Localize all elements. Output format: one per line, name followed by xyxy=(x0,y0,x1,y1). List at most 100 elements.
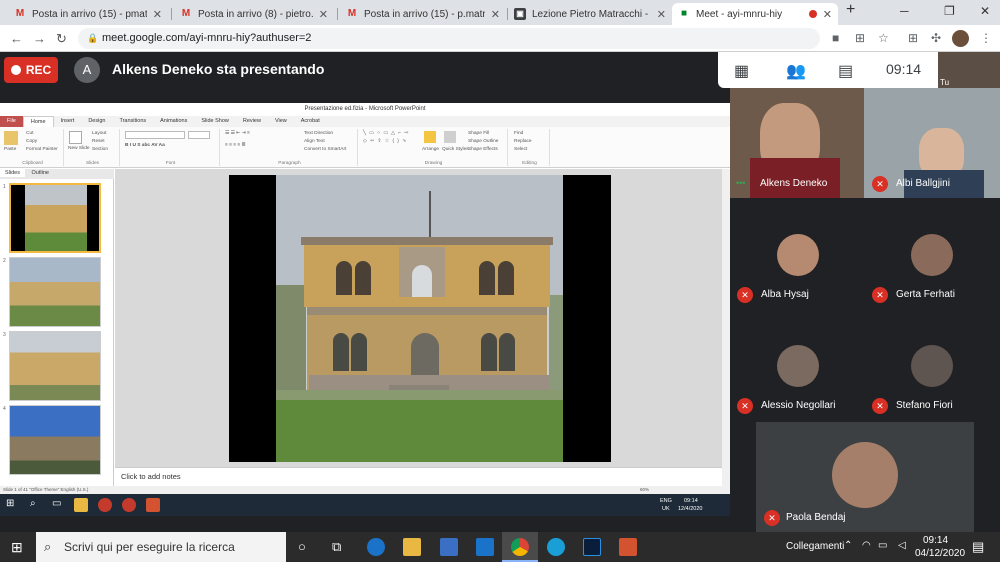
people-icon[interactable]: 👥 xyxy=(786,61,806,81)
browser-tab[interactable]: ▣ Lezione Pietro Matracchi - Tutt ✕ xyxy=(508,3,672,25)
new-slide-icon[interactable] xyxy=(69,131,82,144)
network-label[interactable]: Collegamenti xyxy=(786,541,844,552)
arrange-button[interactable]: Arrange xyxy=(422,147,439,152)
layout-button[interactable]: Layout xyxy=(92,131,106,136)
outline-tab[interactable]: Outline xyxy=(27,169,54,177)
windows-start-icon[interactable]: ⊞ xyxy=(11,539,23,556)
current-slide[interactable] xyxy=(229,175,611,462)
close-icon[interactable]: ✕ xyxy=(823,8,832,21)
task-view-icon[interactable]: ⧉ xyxy=(332,539,341,555)
format-painter-button[interactable]: Format Painter xyxy=(26,147,58,152)
cut-button[interactable]: Cut xyxy=(26,131,33,136)
chevron-up-icon[interactable]: ⌃ xyxy=(844,540,852,551)
menu-icon[interactable]: ⋮ xyxy=(980,31,992,45)
skype-icon[interactable] xyxy=(547,538,565,556)
reload-icon[interactable]: ↻ xyxy=(56,31,67,47)
find-button[interactable]: Find xyxy=(514,131,523,136)
quick-styles-button[interactable]: Quick Styles xyxy=(442,147,469,152)
cortana-icon[interactable]: ○ xyxy=(298,539,306,554)
ppt-tab-file[interactable]: File xyxy=(0,116,23,127)
slide-thumbnail[interactable] xyxy=(9,183,101,253)
file-explorer-icon[interactable] xyxy=(403,538,421,556)
copy-button[interactable]: Copy xyxy=(26,139,37,144)
slide-thumbnail[interactable] xyxy=(9,331,101,401)
close-window-button[interactable]: ✕ xyxy=(980,4,990,18)
chrome-taskbar-button[interactable] xyxy=(502,532,538,562)
font-name-select[interactable] xyxy=(125,131,185,139)
avatar[interactable] xyxy=(952,30,969,47)
participant-tile[interactable]: ✕ Paola Bendaj xyxy=(756,422,974,532)
ppt-tab-review[interactable]: Review xyxy=(236,116,268,127)
battery-icon[interactable]: ▭ xyxy=(878,540,887,551)
quick-styles-icon[interactable] xyxy=(444,131,456,143)
ppt-tab-slideshow[interactable]: Slide Show xyxy=(194,116,236,127)
new-tab-button[interactable]: + xyxy=(846,1,855,19)
slides-tab[interactable]: Slides xyxy=(0,169,25,177)
close-icon[interactable]: ✕ xyxy=(319,8,328,21)
browser-tab[interactable]: M Posta in arrivo (8) - pietro.matr ✕ xyxy=(174,3,334,25)
taskbar-time[interactable]: 09:14 xyxy=(923,535,948,546)
shape-effects-button[interactable]: Shape Effects xyxy=(468,147,498,152)
url-input[interactable]: 🔒 meet.google.com/ayi-mnru-hiy?authuser=… xyxy=(78,28,820,49)
volume-icon[interactable]: ◁ xyxy=(898,540,906,551)
smartart-button[interactable]: Convert to SmartArt xyxy=(304,147,346,152)
wifi-icon[interactable]: ◠ xyxy=(862,540,871,551)
paste-icon[interactable] xyxy=(4,131,18,145)
bold-icon[interactable]: B I U S abc AV Aa xyxy=(125,143,165,148)
align-text-button[interactable]: Align Text xyxy=(304,139,325,144)
rec-button[interactable]: REC xyxy=(4,57,58,83)
ppt-tab-transitions[interactable]: Transitions xyxy=(112,116,153,127)
taskbar-date[interactable]: 04/12/2020 xyxy=(915,548,965,559)
participant-tile[interactable]: ••• Alkens Deneko xyxy=(730,88,864,198)
extensions-icon[interactable]: ✣ xyxy=(931,31,941,45)
font-size-select[interactable] xyxy=(188,131,210,139)
section-button[interactable]: Section xyxy=(92,147,108,152)
select-button[interactable]: Select xyxy=(514,147,527,152)
ppt-tab-home[interactable]: Home xyxy=(22,116,54,127)
minimize-button[interactable]: ─ xyxy=(900,4,909,18)
ppt-tab-view[interactable]: View xyxy=(268,116,294,127)
camera-icon[interactable]: ■ xyxy=(832,31,839,45)
powerpoint-icon[interactable] xyxy=(619,538,637,556)
reset-button[interactable]: Reset xyxy=(92,139,105,144)
photoshop-icon[interactable] xyxy=(583,538,601,556)
apps-icon[interactable]: ⊞ xyxy=(908,31,918,45)
replace-button[interactable]: Replace xyxy=(514,139,532,144)
shapes-gallery-icon[interactable]: ◇ ⇦ ⇧ ☆ { } ∿ xyxy=(363,139,407,144)
browser-tab-active[interactable]: ■ Meet - ayi-mnru-hiy ✕ xyxy=(672,3,838,25)
ppt-tab-acrobat[interactable]: Acrobat xyxy=(294,116,327,127)
notes-pane[interactable]: Click to add notes xyxy=(115,467,722,487)
ppt-tab-animations[interactable]: Animations xyxy=(153,116,194,127)
vertical-scrollbar[interactable] xyxy=(722,169,730,486)
mail-icon[interactable] xyxy=(476,538,494,556)
slide-thumbnail[interactable] xyxy=(9,405,101,475)
participant-tile[interactable]: ✕ Albi Ballgjini xyxy=(864,88,1000,198)
restore-button[interactable]: ❐ xyxy=(944,4,955,18)
store-icon[interactable] xyxy=(440,538,458,556)
edge-icon[interactable] xyxy=(367,538,385,556)
bullets-icon[interactable]: ☰ ☰ ⇤ ⇥ ≡ xyxy=(225,131,250,136)
paste-button[interactable]: Paste xyxy=(4,147,16,152)
shapes-gallery-icon[interactable]: ╲ ▭ ○ ▭ △ ⌐ ⇨ xyxy=(363,131,409,136)
back-icon[interactable]: ← xyxy=(10,31,23,46)
browser-tab[interactable]: M Posta in arrivo (15) - p.matrac ✕ xyxy=(340,3,506,25)
star-icon[interactable]: ☆ xyxy=(878,31,889,45)
slide-thumbnail[interactable] xyxy=(9,257,101,327)
search-input[interactable]: ⌕ Scrivi qui per eseguire la ricerca xyxy=(36,532,286,562)
chat-icon[interactable]: ▤ xyxy=(838,61,853,81)
text-direction-button[interactable]: Text Direction xyxy=(304,131,333,136)
ppt-tab-insert[interactable]: Insert xyxy=(54,116,82,127)
tile-layout-icon[interactable]: ▦ xyxy=(734,61,749,81)
close-icon[interactable]: ✕ xyxy=(153,8,162,21)
translate-icon[interactable]: ⊞ xyxy=(855,31,865,45)
forward-icon[interactable]: → xyxy=(33,31,46,46)
shape-fill-button[interactable]: Shape Fill xyxy=(468,131,489,136)
ppt-tab-design[interactable]: Design xyxy=(81,116,112,127)
close-icon[interactable]: ✕ xyxy=(657,8,666,21)
browser-tab[interactable]: M Posta in arrivo (15) - pmatracch ✕ xyxy=(8,3,168,25)
zoom-level[interactable]: 60% xyxy=(640,486,649,494)
new-slide-button[interactable]: New Slide xyxy=(68,146,90,151)
close-icon[interactable]: ✕ xyxy=(491,8,500,21)
arrange-icon[interactable] xyxy=(424,131,436,143)
notifications-icon[interactable]: ▤ xyxy=(972,539,984,555)
